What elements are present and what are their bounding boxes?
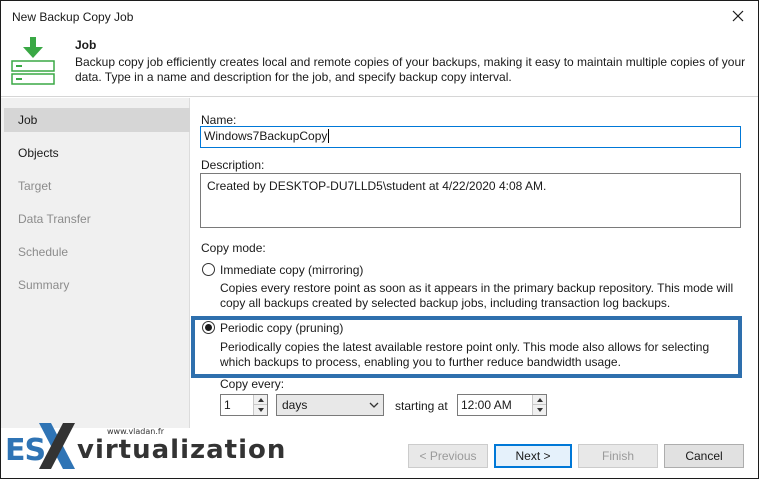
x-logo-icon <box>39 423 75 469</box>
starting-at-decrement-button[interactable] <box>533 405 546 415</box>
watermark-virtualization-text: virtualization <box>77 435 287 465</box>
close-icon <box>732 10 744 22</box>
previous-button[interactable]: < Previous <box>408 444 488 468</box>
backup-copy-icon <box>11 37 55 85</box>
sidebar-item-objects[interactable]: Objects <box>4 141 190 165</box>
name-label: Name: <box>201 113 237 127</box>
arrow-down-icon <box>257 408 264 412</box>
copy-every-increment-button[interactable] <box>254 395 267 405</box>
copy-every-stepper[interactable]: 1 <box>220 394 268 416</box>
title-bar: New Backup Copy Job <box>1 1 758 31</box>
starting-at-increment-button[interactable] <box>533 395 546 405</box>
close-button[interactable] <box>718 1 758 31</box>
sidebar-item-summary[interactable]: Summary <box>4 273 190 297</box>
immediate-copy-description: Copies every restore point as soon as it… <box>220 281 734 310</box>
window-title: New Backup Copy Job <box>12 10 134 24</box>
cancel-button[interactable]: Cancel <box>664 444 744 468</box>
sidebar-item-schedule[interactable]: Schedule <box>4 240 190 264</box>
step-title: Job <box>75 38 97 52</box>
starting-at-time-picker[interactable]: 12:00 AM <box>457 394 547 416</box>
periodic-copy-highlight-frame <box>191 316 742 378</box>
sidebar-item-data-transfer[interactable]: Data Transfer <box>4 207 190 231</box>
sidebar-item-target[interactable]: Target <box>4 174 190 198</box>
finish-button[interactable]: Finish <box>578 444 658 468</box>
description-textarea-value: Created by DESKTOP-DU7LLD5\student at 4/… <box>207 179 547 193</box>
name-input-value: Windows7BackupCopy <box>204 129 328 143</box>
copy-every-spin-buttons <box>253 395 267 415</box>
chevron-down-icon <box>369 402 379 408</box>
starting-at-label: starting at <box>395 399 448 413</box>
dialog-window: New Backup Copy Job Job Backup copy job … <box>0 0 759 479</box>
copy-every-decrement-button[interactable] <box>254 405 267 415</box>
arrow-down-icon <box>536 408 543 412</box>
immediate-copy-label[interactable]: Immediate copy (mirroring) <box>220 263 363 277</box>
copy-interval-unit-value: days <box>282 398 308 412</box>
wizard-header: Job Backup copy job efficiently creates … <box>1 31 758 97</box>
step-description: Backup copy job efficiently creates loca… <box>75 55 746 84</box>
job-settings-panel: Name: Windows7BackupCopy Description: Cr… <box>191 98 758 428</box>
starting-at-value: 12:00 AM <box>461 398 512 412</box>
next-button[interactable]: Next > <box>494 444 572 468</box>
copy-interval-unit-select[interactable]: days <box>276 394 384 416</box>
copy-mode-label: Copy mode: <box>201 241 266 255</box>
name-input[interactable]: Windows7BackupCopy <box>200 126 741 148</box>
copy-every-label: Copy every: <box>220 377 285 391</box>
starting-at-spin-buttons <box>532 395 546 415</box>
arrow-up-icon <box>257 397 264 402</box>
wizard-steps-sidebar: Job Objects Target Data Transfer Schedul… <box>1 98 190 428</box>
immediate-copy-radio[interactable] <box>202 263 215 276</box>
arrow-up-icon <box>536 397 543 402</box>
description-label: Description: <box>201 158 265 172</box>
description-textarea[interactable]: Created by DESKTOP-DU7LLD5\student at 4/… <box>200 173 741 228</box>
sidebar-item-job[interactable]: Job <box>4 108 190 132</box>
copy-every-value: 1 <box>224 398 231 412</box>
esx-virtualization-watermark: ES www.vladan.fr virtualization <box>1 421 285 478</box>
